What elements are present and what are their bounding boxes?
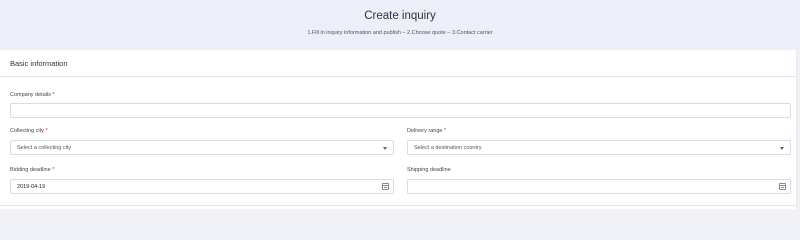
chevron-down-icon [383, 147, 387, 150]
collecting-city-placeholder: Select a collecting city [17, 145, 72, 151]
calendar-icon[interactable] [382, 183, 389, 190]
section-divider [0, 205, 796, 206]
shipping-deadline-label: Shipping deadline [407, 167, 451, 173]
process-steps: 1.Fill in inquiry information and publis… [307, 30, 493, 36]
collecting-city-select[interactable]: Select a collecting city [10, 140, 394, 155]
company-details-label-text: Company details [10, 92, 51, 98]
required-marker: * [444, 128, 447, 134]
required-marker: * [52, 92, 55, 98]
collecting-city-label: Collecting city * [10, 128, 48, 134]
company-details-label: Company details * [10, 92, 55, 98]
bidding-deadline-label-text: Bidding deadline [10, 167, 51, 173]
collecting-city-label-text: Collecting city [10, 128, 44, 134]
company-details-input[interactable] [10, 103, 791, 118]
bidding-deadline-label: Bidding deadline * [10, 167, 54, 173]
section-title: Basic information [10, 59, 68, 68]
required-marker: * [45, 128, 48, 134]
basic-information-card: Basic information Company details * Coll… [0, 50, 797, 209]
required-marker: * [52, 167, 55, 173]
bidding-deadline-value: 2019-04-19 [17, 184, 46, 190]
shipping-deadline-label-text: Shipping deadline [407, 167, 451, 173]
shipping-deadline-date-input[interactable] [407, 179, 791, 194]
page-title: Create inquiry [364, 10, 436, 22]
calendar-icon[interactable] [779, 183, 786, 190]
chevron-down-icon [780, 147, 784, 150]
delivery-range-select[interactable]: Select a destination country [407, 140, 791, 155]
delivery-range-label-text: Delivery range [407, 128, 443, 134]
delivery-range-label: Delivery range * [407, 128, 446, 134]
bidding-deadline-date-input[interactable]: 2019-04-19 [10, 179, 394, 194]
card-header: Basic information [0, 50, 796, 77]
delivery-range-placeholder: Select a destination country [414, 145, 482, 151]
page-header: Create inquiry 1.Fill in inquiry informa… [0, 0, 800, 50]
